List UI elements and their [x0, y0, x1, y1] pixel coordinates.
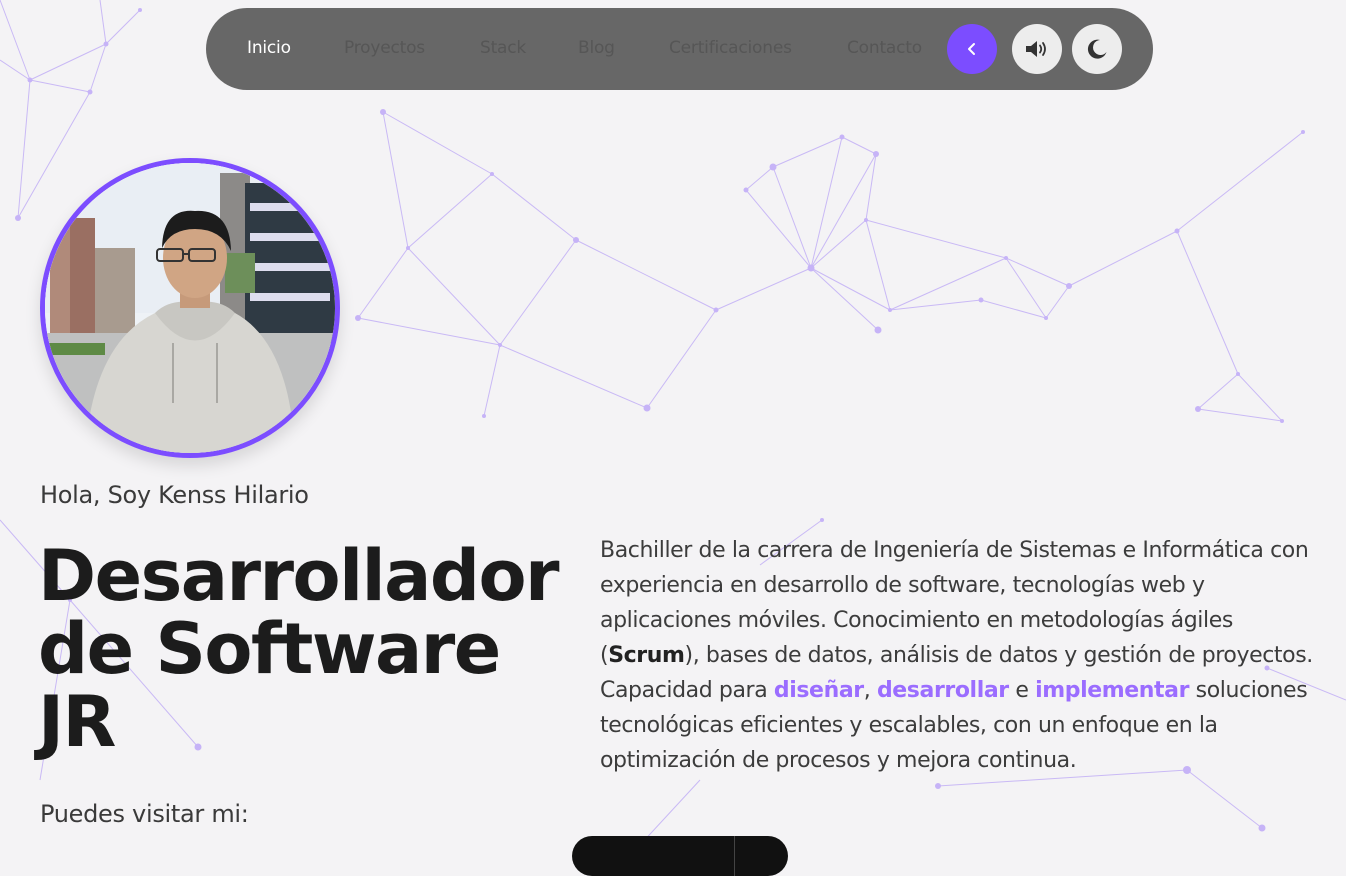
- bio-separator: ,: [863, 678, 877, 703]
- nav-item-stack[interactable]: Stack: [480, 38, 526, 58]
- collapse-nav-button[interactable]: [947, 24, 997, 74]
- cv-button-divider: [734, 836, 735, 876]
- bio-highlight-implementar: implementar: [1035, 678, 1190, 703]
- bio-paragraph: Bachiller de la carrera de Ingeniería de…: [600, 533, 1320, 778]
- speaker-icon: [1026, 41, 1046, 57]
- bio-highlight-disenar: diseñar: [773, 678, 864, 703]
- nav-item-certificaciones[interactable]: Certificaciones: [669, 38, 792, 58]
- title-line: JR: [38, 681, 116, 763]
- chevron-left-icon: [968, 43, 975, 55]
- sound-toggle-button[interactable]: [1012, 24, 1062, 74]
- bio-separator: e: [1008, 678, 1036, 703]
- visit-label: Puedes visitar mi:: [40, 800, 249, 828]
- bio-highlight-desarrollar: desarrollar: [876, 678, 1009, 703]
- profile-photo: [45, 163, 335, 453]
- title-line: Desarrollador: [38, 535, 560, 617]
- cv-button[interactable]: [572, 836, 788, 876]
- top-navbar: Inicio Proyectos Stack Blog Certificacio…: [206, 8, 1153, 90]
- profile-avatar: [40, 158, 340, 458]
- bio-scrum: Scrum: [608, 643, 685, 668]
- nav-item-contacto[interactable]: Contacto: [847, 38, 922, 58]
- greeting-text: Hola, Soy Kenss Hilario: [40, 481, 309, 509]
- nav-item-proyectos[interactable]: Proyectos: [344, 38, 425, 58]
- nav-item-blog[interactable]: Blog: [578, 38, 615, 58]
- page-title: Desarrollador de Software JR: [38, 540, 598, 759]
- title-line: de Software: [38, 608, 501, 690]
- theme-toggle-button[interactable]: [1072, 24, 1122, 74]
- moon-icon: [1087, 39, 1107, 59]
- nav-item-inicio[interactable]: Inicio: [247, 38, 291, 58]
